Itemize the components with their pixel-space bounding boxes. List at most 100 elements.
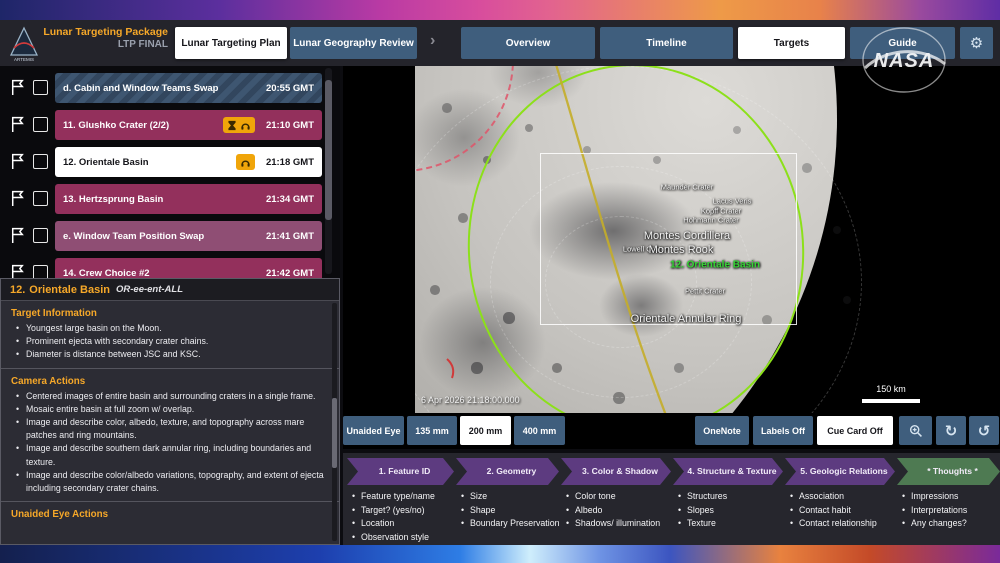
target-title: Orientale Basin <box>29 284 110 296</box>
target-number: 12. <box>10 284 25 296</box>
map-label: Hohmann Crater <box>683 216 738 225</box>
step-geometry: 2. Geometry Size Shape Boundary Preserva… <box>456 458 559 545</box>
target-detail-header: 12. Orientale Basin OR-ee-ent-ALL <box>1 279 339 301</box>
bullet-item: Image and describe color/albedo variatio… <box>26 469 329 495</box>
scrollbar-thumb[interactable] <box>332 398 337 468</box>
magnifier-plus-icon <box>909 424 923 438</box>
lens-button-400mm[interactable]: 400 mm <box>514 416 565 445</box>
tab-guide[interactable]: Guide <box>850 27 955 59</box>
bullet-item: Shadows/ illumination <box>575 517 671 531</box>
map-label-target: 12. Orientale Basin <box>670 260 760 271</box>
lens-button-unaided-eye[interactable]: Unaided Eye <box>343 416 404 445</box>
top-bar: ARTEMIS Lunar Targeting Package LTP FINA… <box>0 20 1000 66</box>
checkbox[interactable] <box>33 228 48 243</box>
artemis-logo-icon: ARTEMIS <box>8 25 40 63</box>
settings-button[interactable]: ⚙ <box>960 27 993 59</box>
bullet-item: Interpretations <box>911 504 1000 518</box>
unaided-eye-actions-section: Unaided Eye Actions <box>1 501 339 527</box>
map-panel: Maunder Crater Lacus Veris Kopff Crater … <box>343 66 1000 545</box>
flag-icon[interactable] <box>9 153 26 170</box>
timeline-item-time: 21:41 GMT <box>260 231 314 242</box>
bullet-item: Shape <box>470 504 559 518</box>
step-chevron[interactable]: * Thoughts * <box>897 458 1000 485</box>
detail-scrollbar[interactable] <box>332 303 337 541</box>
tab-lunar-geography-review[interactable]: Lunar Geography Review <box>290 27 417 59</box>
app-window: ARTEMIS Lunar Targeting Package LTP FINA… <box>0 20 1000 545</box>
timeline-item-time: 21:18 GMT <box>260 157 314 168</box>
bullet-item: Observation style <box>361 531 454 545</box>
map-viewport[interactable]: Maunder Crater Lacus Veris Kopff Crater … <box>415 66 1000 413</box>
step-geologic-relations: 5. Geologic Relations Association Contac… <box>785 458 895 545</box>
step-chevron[interactable]: 1. Feature ID <box>347 458 454 485</box>
tab-overview[interactable]: Overview <box>461 27 595 59</box>
bullet-item: Target? (yes/no) <box>361 504 454 518</box>
gear-icon: ⚙ <box>970 34 983 52</box>
map-label: Pettit Crater <box>685 287 725 296</box>
timeline-item-label: d. Cabin and Window Teams Swap <box>63 83 260 94</box>
headphones-icon <box>240 120 251 131</box>
timeline-item-time: 21:34 GMT <box>260 194 314 205</box>
bullet-item: Location <box>361 517 454 531</box>
timeline-row[interactable]: 13. Hertzsprung Basin 21:34 GMT <box>0 183 340 215</box>
timeline-row[interactable]: 11. Glushko Crater (2/2) 21:10 GMT <box>0 109 340 141</box>
onenote-button[interactable]: OneNote <box>695 416 749 445</box>
tab-lunar-targeting-plan[interactable]: Lunar Targeting Plan <box>175 27 287 59</box>
flag-icon[interactable] <box>9 264 26 278</box>
checkbox[interactable] <box>33 154 48 169</box>
timeline-row-selected[interactable]: 12. Orientale Basin 21:18 GMT <box>0 146 340 178</box>
tab-targets[interactable]: Targets <box>738 27 845 59</box>
bullet-item: Structures <box>687 490 783 504</box>
timeline-row[interactable]: e. Window Team Position Swap 21:41 GMT <box>0 220 340 252</box>
target-detail-panel: 12. Orientale Basin OR-ee-ent-ALL Target… <box>0 278 340 545</box>
bullet-item: Youngest large basin on the Moon. <box>26 322 329 335</box>
step-chevron[interactable]: 4. Structure & Texture <box>673 458 783 485</box>
timeline-item-label: 13. Hertzsprung Basin <box>63 194 260 205</box>
step-chevron[interactable]: 5. Geologic Relations <box>785 458 895 485</box>
observation-steps-panel: 1. Feature ID Feature type/name Target? … <box>343 453 1000 545</box>
timeline-row[interactable]: 14. Crew Choice #2 21:42 GMT <box>0 257 340 278</box>
step-chevron[interactable]: 2. Geometry <box>456 458 559 485</box>
flag-icon[interactable] <box>9 116 26 133</box>
bullet-item: Feature type/name <box>361 490 454 504</box>
target-pronunciation: OR-ee-ent-ALL <box>116 284 183 295</box>
rotate-cw-button[interactable]: ↻ <box>936 416 966 445</box>
step-structure-texture: 4. Structure & Texture Structures Slopes… <box>673 458 783 545</box>
checkbox[interactable] <box>33 117 48 132</box>
bullet-item: Impressions <box>911 490 1000 504</box>
flag-icon[interactable] <box>9 227 26 244</box>
bullet-item: Any changes? <box>911 517 1000 531</box>
timeline-scrollbar[interactable] <box>325 68 332 274</box>
timeline-item-label: e. Window Team Position Swap <box>63 231 260 242</box>
camera-actions-section: Camera Actions Centered images of entire… <box>1 368 339 502</box>
zoom-in-button[interactable] <box>899 416 932 445</box>
bullet-item: Diameter is distance between JSC and KSC… <box>26 348 329 361</box>
checkbox[interactable] <box>33 265 48 278</box>
cue-card-toggle-button[interactable]: Cue Card Off <box>817 416 893 445</box>
chevron-right-icon[interactable]: › <box>430 32 435 50</box>
rotate-ccw-button[interactable]: ↺ <box>969 416 999 445</box>
lens-button-135mm[interactable]: 135 mm <box>407 416 457 445</box>
lens-button-200mm[interactable]: 200 mm <box>460 416 511 445</box>
flag-icon[interactable] <box>9 190 26 207</box>
labels-toggle-button[interactable]: Labels Off <box>753 416 813 445</box>
bullet-item: Contact relationship <box>799 517 895 531</box>
map-label: Orientale Annular Ring <box>631 313 742 325</box>
bullet-item: Size <box>470 490 559 504</box>
bullet-item: Boundary Preservation <box>470 517 559 531</box>
section-heading: Target Information <box>11 308 329 319</box>
tab-timeline[interactable]: Timeline <box>600 27 733 59</box>
checkbox[interactable] <box>33 80 48 95</box>
scrollbar-thumb[interactable] <box>325 80 332 220</box>
target-information-section: Target Information Youngest large basin … <box>1 301 339 368</box>
flag-icon[interactable] <box>9 79 26 96</box>
bullet-item: Image and describe southern dark annular… <box>26 442 329 468</box>
checkbox[interactable] <box>33 191 48 206</box>
bullet-item: Color tone <box>575 490 671 504</box>
headphones-icon <box>240 157 251 168</box>
step-chevron[interactable]: 3. Color & Shadow <box>561 458 671 485</box>
app-subtitle: LTP FINAL <box>40 39 168 50</box>
bullet-item: Association <box>799 490 895 504</box>
timeline-row[interactable]: d. Cabin and Window Teams Swap 20:55 GMT <box>0 72 340 104</box>
map-label: Lacus Veris <box>713 197 752 206</box>
step-color-shadow: 3. Color & Shadow Color tone Albedo Shad… <box>561 458 671 545</box>
